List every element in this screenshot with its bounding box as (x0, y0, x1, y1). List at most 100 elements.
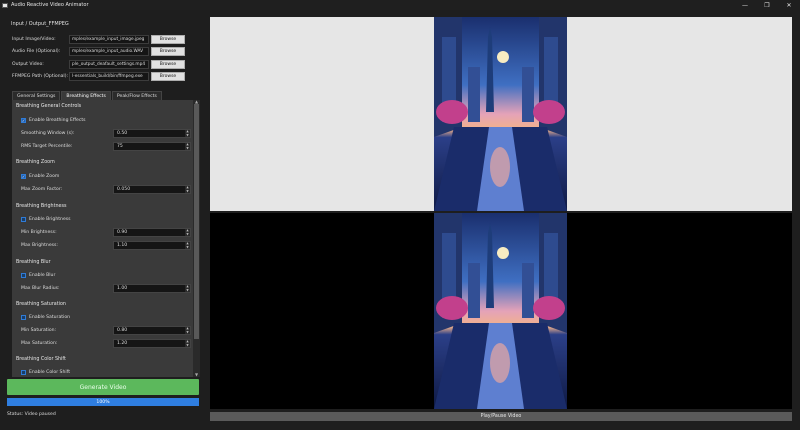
input-path-field[interactable]: mples/example_input_image.jpeg (69, 35, 149, 44)
generate-video-button[interactable]: Generate Video (7, 379, 199, 395)
min-saturation-label: Min Saturation: (21, 328, 57, 333)
input-label: Input Image/Video: (12, 37, 56, 42)
spin-down-icon[interactable]: ▼ (186, 233, 188, 236)
rms-value: 75 (117, 144, 123, 149)
max-zoom-spinbox[interactable]: 0.050 ▲ ▼ (113, 185, 191, 194)
max-blur-value: 1.00 (117, 286, 128, 291)
enable-blur-checkbox-row[interactable]: Enable Blur (21, 273, 55, 278)
spin-down-icon[interactable]: ▼ (186, 289, 188, 292)
spin-arrows[interactable]: ▲ ▼ (185, 130, 190, 137)
enable-zoom-checkbox-row[interactable]: ✓ Enable Zoom (21, 174, 59, 179)
close-button[interactable]: ✕ (778, 0, 800, 10)
enable-color-shift-label: Enable Color Shift (29, 370, 71, 375)
max-saturation-value: 1.20 (117, 341, 128, 346)
progress-text: 100% (96, 399, 110, 405)
max-brightness-value: 1.10 (117, 243, 128, 248)
rms-label: RMS Target Percentile: (21, 144, 73, 149)
preview-bottom (210, 213, 792, 409)
preview-image-top (434, 17, 567, 211)
io-group-title: Input / Output_FFMPEG (11, 21, 69, 27)
scroll-thumb[interactable] (194, 104, 199, 339)
ffmpeg-browse-button[interactable]: Browse (151, 72, 185, 81)
minimize-button[interactable]: — (734, 0, 756, 10)
ffmpeg-path-field[interactable]: l-essentials_build/bin/ffmpeg.exe (69, 72, 149, 81)
enable-zoom-label: Enable Zoom (29, 174, 60, 179)
spin-down-icon[interactable]: ▼ (186, 134, 188, 137)
spin-arrows[interactable]: ▲ ▼ (185, 285, 190, 292)
min-brightness-spinbox[interactable]: 0.90 ▲ ▼ (113, 228, 191, 237)
smoothing-spinbox[interactable]: 0.50 ▲ ▼ (113, 129, 191, 138)
spin-arrows[interactable]: ▲ ▼ (185, 229, 190, 236)
title-bar: Audio Reactive Video Animator — ❐ ✕ (0, 0, 800, 10)
section-title-brightness: Breathing Brightness (16, 204, 67, 209)
window-controls: — ❐ ✕ (734, 0, 800, 10)
section-title-blur: Breathing Blur (16, 260, 51, 265)
max-blur-label: Max Blur Radius: (21, 286, 60, 291)
spin-down-icon[interactable]: ▼ (186, 344, 188, 347)
rms-spinbox[interactable]: 75 ▲ ▼ (113, 142, 191, 151)
enable-breathing-checkbox-row[interactable]: ✓ Enable Breathing Effects (21, 118, 86, 123)
spin-down-icon[interactable]: ▼ (186, 331, 188, 334)
input-browse-button[interactable]: Browse (151, 35, 185, 44)
audio-path-field[interactable]: mples/example_input_audio.WAV (69, 47, 149, 56)
min-saturation-value: 0.80 (117, 328, 128, 333)
enable-blur-checkbox[interactable] (21, 273, 26, 278)
spin-down-icon[interactable]: ▼ (186, 246, 188, 249)
enable-zoom-checkbox[interactable]: ✓ (21, 174, 26, 179)
smoothing-label: Smoothing Window (s): (21, 131, 75, 136)
enable-brightness-checkbox-row[interactable]: Enable Brightness (21, 217, 71, 222)
window-title: Audio Reactive Video Animator (11, 2, 89, 8)
min-saturation-spinbox[interactable]: 0.80 ▲ ▼ (113, 326, 191, 335)
output-browse-button[interactable]: Browse (151, 60, 185, 69)
spin-arrows[interactable]: ▲ ▼ (185, 242, 190, 249)
city-scene-image (434, 17, 567, 211)
audio-label: Audio File (Optional): (12, 49, 61, 54)
ffmpeg-label: FFMPEG Path (Optional): (12, 74, 69, 79)
status-text: Status: Video paused (7, 412, 56, 417)
spin-arrows[interactable]: ▲ ▼ (185, 143, 190, 150)
preview-image-bottom (434, 213, 567, 409)
ffmpeg-row: FFMPEG Path (Optional): l-essentials_bui… (0, 72, 200, 81)
audio-browse-button[interactable]: Browse (151, 47, 185, 56)
spin-down-icon[interactable]: ▼ (186, 147, 188, 150)
enable-saturation-label: Enable Saturation (29, 315, 71, 320)
output-row: Output Video: ple_output_deafault_settin… (0, 60, 200, 69)
max-saturation-spinbox[interactable]: 1.20 ▲ ▼ (113, 339, 191, 348)
max-saturation-label: Max Saturation: (21, 341, 58, 346)
enable-color-shift-checkbox[interactable] (21, 370, 26, 375)
max-brightness-spinbox[interactable]: 1.10 ▲ ▼ (113, 241, 191, 250)
city-scene-image (434, 213, 567, 409)
max-brightness-label: Max Brightness: (21, 243, 58, 248)
spin-arrows[interactable]: ▲ ▼ (185, 186, 190, 193)
tab-general-settings[interactable]: General Settings (12, 91, 61, 100)
tab-peak-flow-effects[interactable]: Peak/Flow Effects (111, 91, 162, 100)
input-row: Input Image/Video: mples/example_input_i… (0, 35, 200, 44)
max-blur-spinbox[interactable]: 1.00 ▲ ▼ (113, 284, 191, 293)
output-label: Output Video: (12, 62, 44, 67)
smoothing-value: 0.50 (117, 131, 128, 136)
play-pause-button[interactable]: Play/Pause Video (210, 412, 792, 421)
enable-brightness-checkbox[interactable] (21, 217, 26, 222)
settings-tabs: General Settings Breathing Effects Peak/… (12, 91, 163, 100)
section-title-color-shift: Breathing Color Shift (16, 357, 66, 362)
enable-saturation-checkbox-row[interactable]: Enable Saturation (21, 315, 70, 320)
enable-brightness-label: Enable Brightness (29, 217, 71, 222)
breathing-effects-panel: Breathing General Controls ✓ Enable Brea… (12, 100, 193, 377)
enable-breathing-checkbox[interactable]: ✓ (21, 118, 26, 123)
panel-scrollbar[interactable]: ▲ ▼ (193, 100, 200, 377)
min-brightness-label: Min Brightness: (21, 230, 57, 235)
section-title-zoom: Breathing Zoom (16, 160, 55, 165)
spin-arrows[interactable]: ▲ ▼ (185, 327, 190, 334)
scroll-down-icon[interactable]: ▼ (194, 373, 199, 377)
enable-color-shift-checkbox-row[interactable]: Enable Color Shift (21, 370, 70, 375)
app-icon (2, 2, 8, 8)
output-path-field[interactable]: ple_output_deafault_settings.mp4 (69, 60, 149, 69)
max-zoom-label: Max Zoom Factor: (21, 187, 63, 192)
min-brightness-value: 0.90 (117, 230, 128, 235)
tab-breathing-effects[interactable]: Breathing Effects (61, 91, 111, 100)
spin-arrows[interactable]: ▲ ▼ (185, 340, 190, 347)
preview-top (210, 17, 792, 211)
enable-saturation-checkbox[interactable] (21, 315, 26, 320)
spin-down-icon[interactable]: ▼ (186, 190, 188, 193)
maximize-button[interactable]: ❐ (756, 0, 778, 10)
